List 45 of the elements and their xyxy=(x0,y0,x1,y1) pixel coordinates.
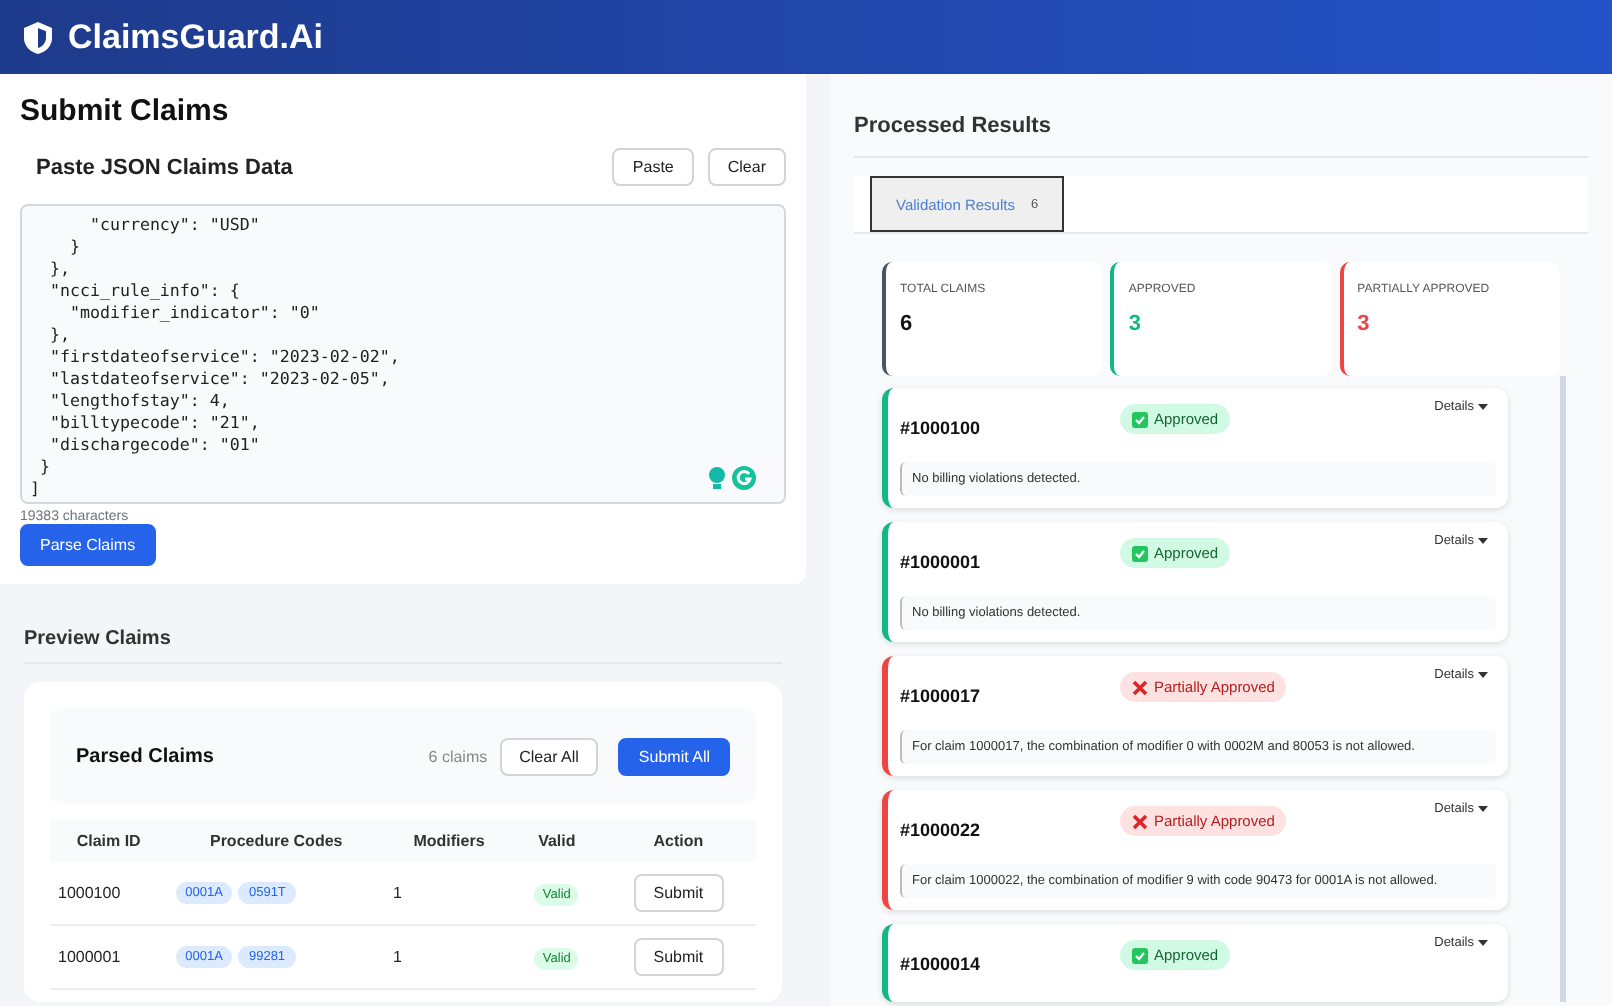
claim-id: #1000022 xyxy=(900,820,983,840)
column-header: Action xyxy=(600,820,756,862)
checkbox-check-icon xyxy=(1132,545,1148,561)
claim-id: #1000017 xyxy=(900,686,983,706)
claim-id: #1000001 xyxy=(900,552,983,572)
table-cell: 1 xyxy=(385,925,513,989)
table-cell: 1 xyxy=(385,862,513,925)
caret-down-icon xyxy=(1478,940,1488,946)
caret-down-icon xyxy=(1478,404,1488,410)
cross-icon xyxy=(1132,813,1148,829)
section-title: Submit Claims xyxy=(20,94,231,128)
clear-all-button[interactable]: Clear All xyxy=(499,737,599,775)
caret-down-icon xyxy=(1478,538,1488,544)
grammar-assistant-icon[interactable] xyxy=(732,466,756,490)
lightbulb-icon[interactable] xyxy=(706,466,728,490)
shield-icon xyxy=(24,21,52,53)
claim-id: #1000100 xyxy=(900,418,983,438)
json-text-area[interactable]: "currency": "USD" } }, "ncci_rule_info": { "modifier_indicator": "0" }, "firstdateofservice": "2023-02-02", "lastdateofservice": "2023-02-05", "lengthofstay": 4, "billtypecode": "21", "dischargecode": "01" } ] xyxy=(20,204,786,504)
clear-button[interactable]: Clear xyxy=(707,148,786,186)
stat-value: 3 xyxy=(1357,312,1372,336)
card-title: Parsed Claims xyxy=(76,745,216,767)
column-header: Modifiers xyxy=(385,820,513,862)
subsection-title: Paste JSON Claims Data xyxy=(34,155,293,179)
section-title: Processed Results xyxy=(854,114,1588,158)
caret-down-icon xyxy=(1478,672,1488,678)
column-header: Procedure Codes xyxy=(167,820,386,862)
table-cell: 1000001 xyxy=(50,925,168,989)
parse-claims-button[interactable]: Parse Claims xyxy=(20,524,156,566)
caret-down-icon xyxy=(1478,806,1488,812)
checkbox-check-icon xyxy=(1132,947,1148,963)
submit-all-button[interactable]: Submit All xyxy=(618,737,730,775)
stat-value: 6 xyxy=(900,312,915,336)
column-header: Claim ID xyxy=(50,820,168,862)
checkbox-check-icon xyxy=(1132,411,1148,427)
claim-id: #1000014 xyxy=(900,954,983,974)
table-cell: 1000100 xyxy=(50,862,168,925)
paste-button[interactable]: Paste xyxy=(612,148,694,186)
section-title: Preview Claims xyxy=(24,628,782,664)
cross-icon xyxy=(1132,679,1148,695)
submit-button[interactable]: Submit xyxy=(633,874,724,912)
app-title: ClaimsGuard.Ai xyxy=(68,17,324,57)
submit-button[interactable]: Submit xyxy=(633,938,724,976)
column-header: Valid xyxy=(512,820,601,862)
stat-value: 3 xyxy=(1128,312,1143,336)
claims-count: 6 claims xyxy=(428,747,488,765)
